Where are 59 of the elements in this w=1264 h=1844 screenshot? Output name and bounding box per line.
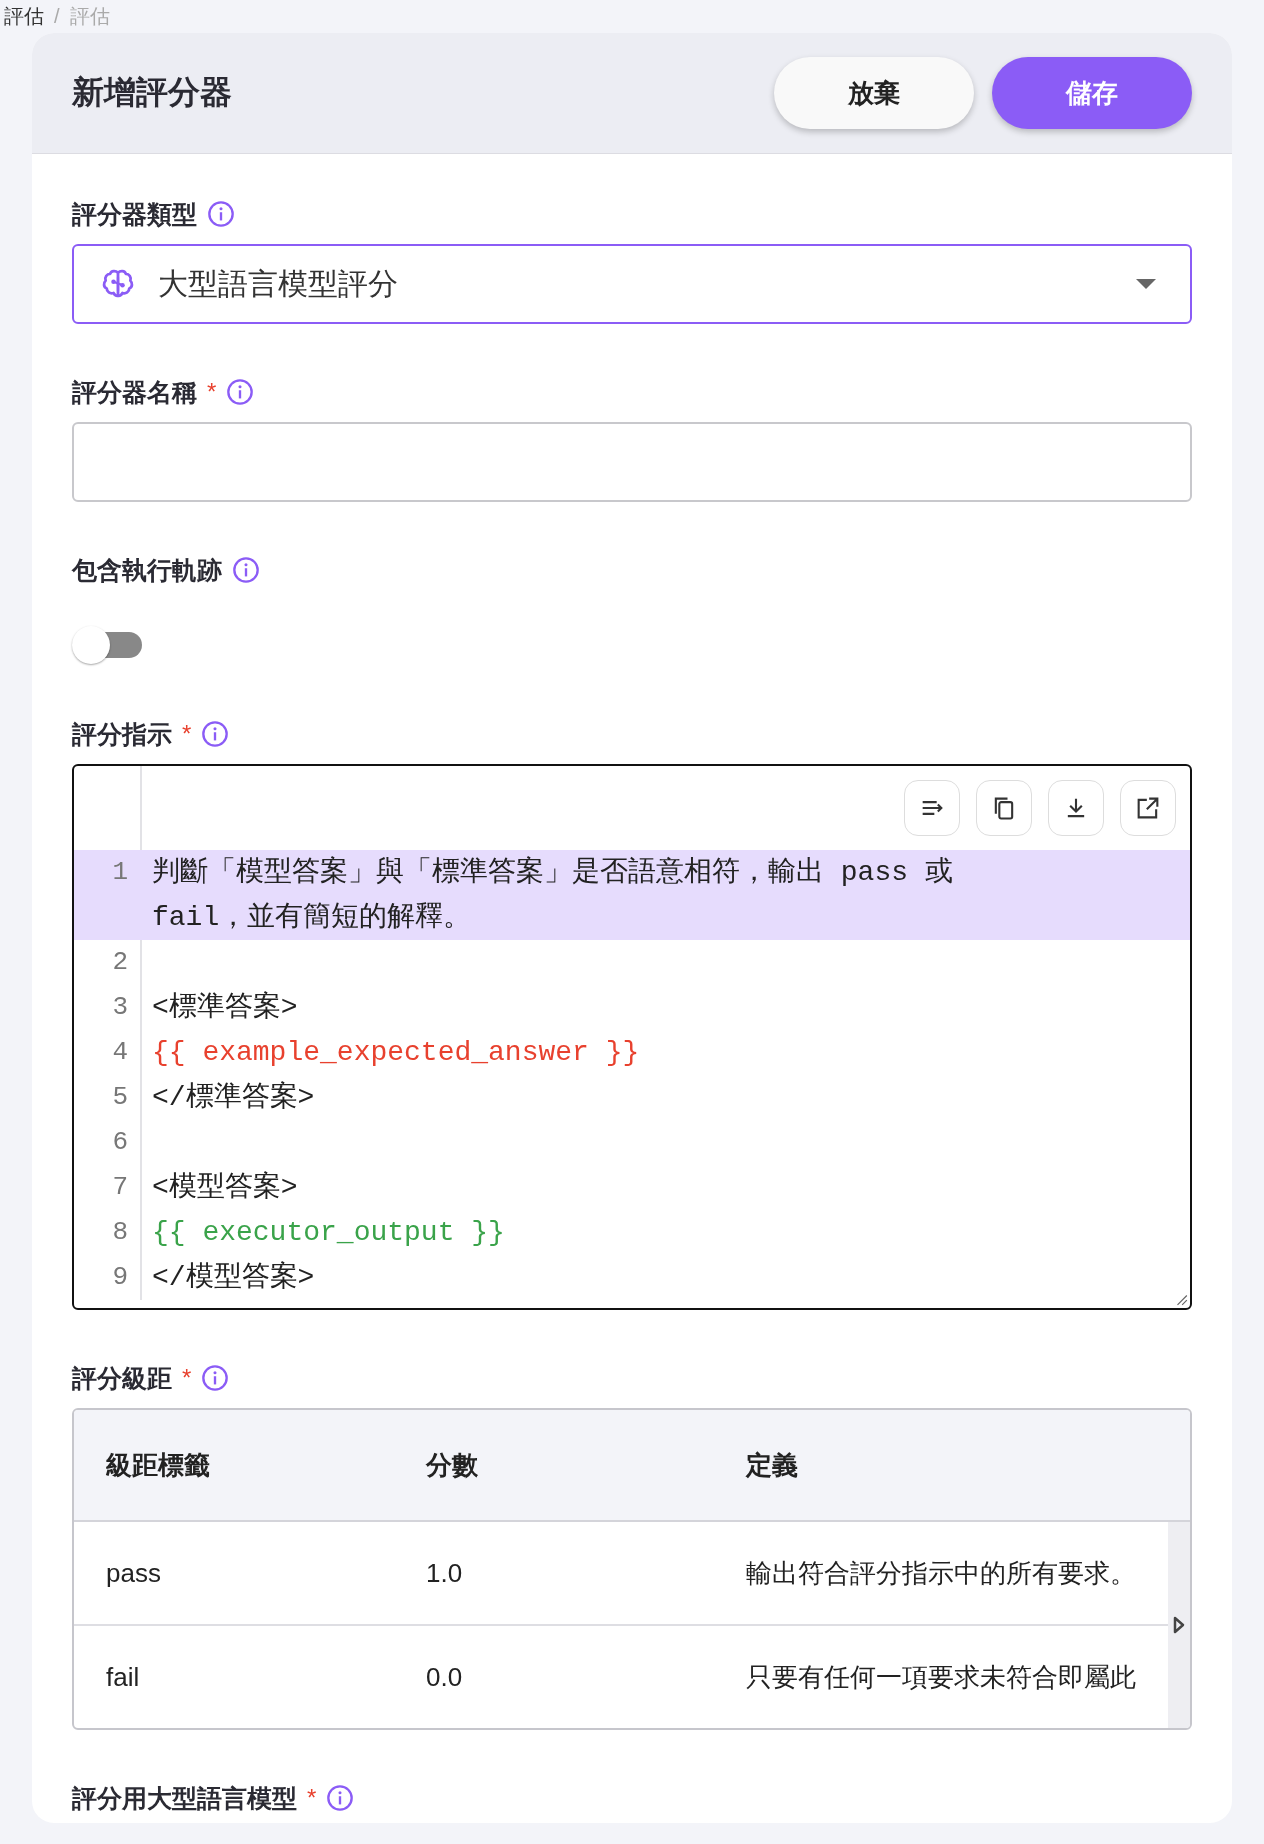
info-icon[interactable] [201,720,230,748]
code-line: 判斷「模型答案」與「標準答案」是否語意相符，輸出 pass 或 fail，並有簡短的解釋。 [152,855,954,935]
wrap-lines-button[interactable] [904,780,960,836]
copy-button[interactable] [976,780,1032,836]
caret-icon [1136,279,1156,289]
info-icon[interactable] [226,378,255,406]
required-mark: * [182,720,192,748]
field-label: 包含執行軌跡 [72,554,222,586]
info-icon[interactable] [207,200,235,228]
table-cell-text: pass [105,1557,162,1589]
toggle-switch[interactable] [72,624,144,666]
line-number: 8 [74,1210,142,1255]
dialog-title: 新增評分器 [72,73,232,112]
field-label: 評分器類型 [72,198,197,230]
required-mark: * [307,1784,317,1812]
download-button[interactable] [1048,780,1104,836]
column-header: 分數 [426,1448,479,1482]
line-number: 4 [74,1030,142,1075]
info-icon[interactable] [201,1364,230,1392]
line-number: 5 [74,1075,142,1120]
code-line: </模型答案> [152,1260,316,1295]
code-line: <模型答案> [152,1170,299,1205]
name-input-field[interactable] [72,422,1192,502]
select-value: 大型語言模型評分 [158,265,399,302]
code-editor[interactable]: 1 判斷「模型答案」與「標準答案」是否語意相符，輸出 pass 或 fail，並有簡短的解釋。 2 3 <標準答案> 4 {{ example_expected_answer }} 5 </標準答案> 6 7 <模型答案> 8 {{ executor_output }} 9 </模型答案> [72,764,1192,1310]
field-label: 評分級距 [72,1362,172,1394]
open-external-button[interactable] [1120,780,1176,836]
code-line: </標準答案> [152,1080,316,1115]
action-button[interactable]: 儲存 [992,57,1192,129]
field-label: 評分指示 [72,718,172,750]
line-number: 2 [74,940,142,985]
column-header: 定義 [746,1448,799,1482]
code-line: {{ example_expected_answer }} [152,1036,641,1070]
info-icon[interactable] [232,556,260,584]
code-line: {{ executor_output }} [152,1216,506,1250]
table-cell-text: 只要有任何一項要求未符合即屬此 [746,1660,1137,1694]
info-icon[interactable] [326,1784,355,1812]
line-number: 6 [74,1120,142,1165]
required-mark: * [207,378,217,406]
table-cell-text: 0.0 [426,1661,464,1693]
column-header: 級距標籤 [105,1448,211,1482]
line-number: 9 [74,1255,142,1300]
resize-grip-icon[interactable] [1174,1292,1188,1306]
line-number: 7 [74,1165,142,1210]
line-number: 1 [74,850,142,940]
code-line: <標準答案> [152,990,299,1025]
breadcrumb-item: / [54,5,60,28]
action-button[interactable]: 放棄 [774,57,974,129]
field-label: 評分用大型語言模型 [72,1782,297,1814]
type-select[interactable]: 大型語言模型評分 [72,244,1192,324]
table-cell-text: 輸出符合評分指示中的所有要求。 [746,1556,1137,1590]
line-number: 3 [74,985,142,1030]
field-label: 評分器名稱 [72,376,197,408]
scroll-right-icon[interactable] [1173,1616,1185,1634]
required-mark: * [182,1364,192,1392]
breadcrumb-item: 評估 [4,4,44,29]
table-cell-text: fail [105,1661,141,1693]
breadcrumb-item: 評估 [69,4,110,29]
table-cell-text: 1.0 [426,1557,464,1589]
